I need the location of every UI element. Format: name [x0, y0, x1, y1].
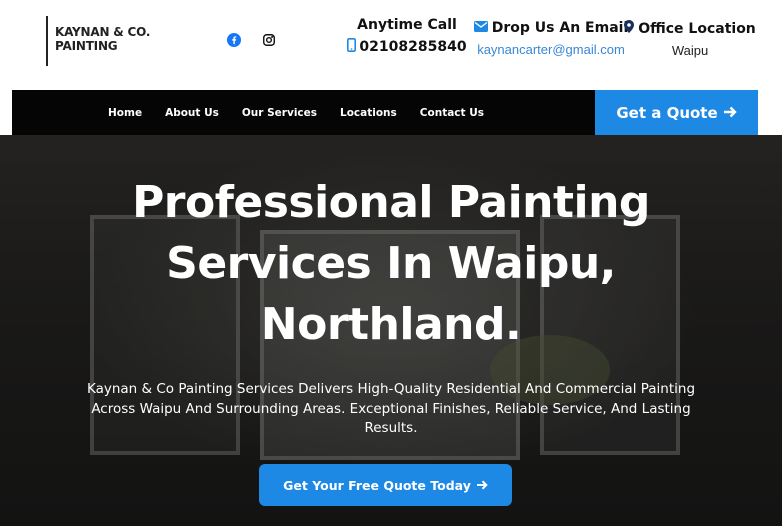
main-navigation: Home About Us Our Services Locations Con… — [12, 90, 758, 135]
email-heading-row: Drop Us An Email — [473, 20, 628, 36]
hero-title-line-3: Northland. — [260, 299, 522, 350]
nav-our-services[interactable]: Our Services — [242, 107, 317, 119]
email-link[interactable]: kaynancarter@gmail.com — [477, 42, 625, 57]
get-a-quote-label: Get a Quote — [616, 103, 718, 122]
logo-line-1: KAYNAN & CO. — [55, 25, 151, 39]
free-quote-label: Get Your Free Quote Today — [283, 477, 471, 493]
office-heading: Office Location — [638, 20, 756, 37]
nav-contact-us[interactable]: Contact Us — [420, 107, 484, 119]
nav-menu: Home About Us Our Services Locations Con… — [108, 90, 484, 135]
free-quote-button[interactable]: Get Your Free Quote Today — [259, 464, 512, 506]
email-heading: Drop Us An Email — [491, 20, 629, 36]
office-heading-row: Office Location — [624, 20, 756, 37]
brand-logo[interactable]: KAYNAN & CO. PAINTING — [46, 16, 150, 66]
logo-line-2: PAINTING — [55, 39, 118, 53]
arrow-right-icon — [476, 478, 488, 493]
hero-section: Professional Painting Services In Waipu,… — [0, 135, 782, 526]
instagram-icon[interactable] — [261, 32, 277, 48]
phone-number: 02108285840 — [359, 39, 467, 55]
envelope-icon — [473, 20, 488, 36]
contact-office: Office Location Waipu — [624, 20, 756, 58]
nav-locations[interactable]: Locations — [340, 107, 397, 119]
phone-icon — [347, 38, 357, 56]
nav-home[interactable]: Home — [108, 107, 142, 119]
top-header: KAYNAN & CO. PAINTING Anytime Call 02108… — [0, 0, 782, 90]
phone-row[interactable]: 02108285840 — [347, 38, 467, 56]
hero-title: Professional Painting Services In Waipu,… — [91, 172, 691, 355]
facebook-icon[interactable] — [226, 32, 242, 48]
contact-email: Drop Us An Email kaynancarter@gmail.com — [473, 20, 628, 57]
map-pin-icon — [624, 20, 635, 37]
office-location: Waipu — [671, 43, 709, 58]
hero-title-line-2: Services In Waipu, — [166, 238, 616, 289]
nav-about-us[interactable]: About Us — [165, 107, 219, 119]
hero-title-line-1: Professional Painting — [132, 177, 650, 228]
hero-subtitle: Kaynan & Co Painting Services Delivers H… — [86, 381, 696, 436]
contact-call: Anytime Call 02108285840 — [347, 17, 467, 56]
get-a-quote-button[interactable]: Get a Quote — [595, 90, 758, 135]
call-heading: Anytime Call — [357, 17, 457, 33]
arrow-right-icon — [723, 104, 737, 122]
